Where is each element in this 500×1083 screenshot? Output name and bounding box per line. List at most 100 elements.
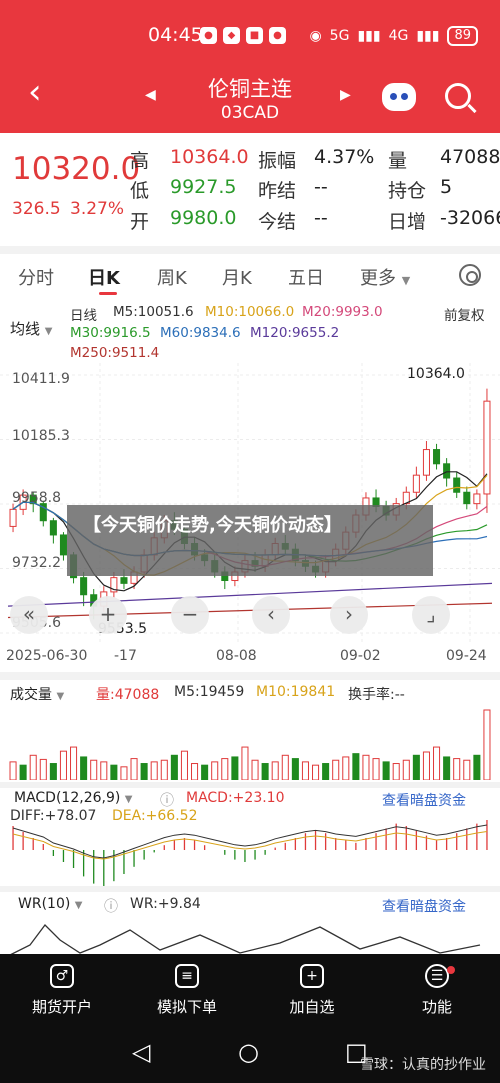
chevron-down-icon: ▼ xyxy=(56,691,65,702)
simulated-order-button[interactable]: ≡ 模拟下单 xyxy=(137,964,237,1017)
candle-body xyxy=(483,400,491,495)
volume-bar xyxy=(412,754,420,780)
search-icon[interactable] xyxy=(445,83,471,109)
ma-selector[interactable]: 均线 ▼ xyxy=(10,318,53,339)
back-triangle-icon[interactable]: ◁ xyxy=(132,1038,150,1066)
quote-field-label: 量 xyxy=(388,150,408,172)
dark-pool-link[interactable]: 查看暗盘资金 xyxy=(382,896,466,916)
candle-body xyxy=(443,463,451,479)
quote-field-value: 10364.0 xyxy=(170,146,249,168)
candle-body xyxy=(473,493,481,505)
turnover-rate: 换手率:-- xyxy=(348,687,405,703)
volume-bar xyxy=(9,761,17,780)
chart-settings-icon[interactable] xyxy=(459,264,481,286)
ma10-value: M10:10066.0 xyxy=(205,304,295,320)
volume-bar xyxy=(402,759,410,780)
x-tick-label: 08-08 xyxy=(216,648,257,664)
tab-daily-k[interactable]: 日K xyxy=(88,264,120,290)
quote-field-value: 9980.0 xyxy=(170,207,237,229)
candle-body xyxy=(49,520,57,536)
signal-icon: ▮▮▮ xyxy=(357,28,381,44)
price-change: 326.5 xyxy=(12,199,61,219)
tab-more[interactable]: 更多 ▼ xyxy=(360,264,410,290)
functions-button[interactable]: ☰ 功能 xyxy=(387,964,487,1017)
volume-bar xyxy=(39,758,47,780)
quote-field-value: -32066 xyxy=(440,207,500,229)
quote-field-label: 持仓 xyxy=(388,180,427,202)
wr-line xyxy=(9,924,481,955)
volume-selector[interactable]: 成交量 ▼ xyxy=(10,684,64,704)
candle-body xyxy=(59,534,67,556)
volume-bar xyxy=(372,758,380,780)
volume-bar xyxy=(261,763,269,780)
status-bar: 04:45 ● ◆ ■ ● ◉ 5G ▮▮▮ 4G ▮▮▮ 89 xyxy=(0,22,500,52)
tab-weekly-k[interactable]: 周K xyxy=(157,264,187,290)
quote-field-label: 低 xyxy=(130,180,150,202)
robot-assistant-icon[interactable] xyxy=(382,83,416,111)
volume-m5: M5:19459 xyxy=(174,684,245,700)
volume-bar xyxy=(271,761,279,780)
volume-bar xyxy=(241,746,249,780)
nav-bar: ‹ ◀ 伦铜主连 03CAD ▶ xyxy=(0,65,500,125)
info-icon[interactable]: ⓘ xyxy=(104,896,118,916)
volume-value: 量:47088 xyxy=(96,687,160,703)
volume-bar xyxy=(49,763,57,780)
ma30-value: M30:9916.5 xyxy=(70,325,151,341)
quote-field-value: 5 xyxy=(440,176,453,198)
gender-icon: ♂ xyxy=(50,964,74,988)
quote-field-label: 振幅 xyxy=(258,150,297,172)
volume-chart[interactable] xyxy=(0,705,500,780)
tab-five-day[interactable]: 五日 xyxy=(288,264,324,290)
open-account-label: 期货开户 xyxy=(31,998,92,1016)
section-divider xyxy=(0,246,500,254)
tab-intraday[interactable]: 分时 xyxy=(18,264,54,290)
volume-bar xyxy=(443,756,451,780)
candle-body xyxy=(120,577,128,584)
quote-field-label: 昨结 xyxy=(258,180,297,202)
period-tabs: 分时 日K 周K 月K 五日 更多 ▼ xyxy=(0,254,500,296)
ma120-value: M120:9655.2 xyxy=(250,325,340,341)
y-tick-label: 10185.3 xyxy=(12,428,70,444)
section-divider xyxy=(0,886,500,892)
volume-bar xyxy=(433,746,441,780)
volume-bar xyxy=(180,750,188,780)
section-divider xyxy=(0,782,500,788)
y-tick-label: 10411.9 xyxy=(12,371,70,387)
zoom-in-icon[interactable]: + xyxy=(89,596,127,634)
wr-chart[interactable] xyxy=(0,915,500,955)
chevron-down-icon: ▼ xyxy=(401,274,411,287)
wr-selector[interactable]: WR(10) ▼ xyxy=(18,896,82,912)
volume-bar xyxy=(19,764,27,780)
plus-icon: + xyxy=(300,964,324,988)
tab-monthly-k[interactable]: 月K xyxy=(222,264,252,290)
next-contract-icon[interactable]: ▶ xyxy=(340,87,351,103)
zoom-out-icon[interactable]: « xyxy=(10,596,48,634)
tab-more-label: 更多 xyxy=(360,268,396,289)
notification-dot xyxy=(447,966,455,974)
quote-field-label: 高 xyxy=(130,150,150,172)
functions-label: 功能 xyxy=(421,998,452,1016)
chevron-down-icon: ▼ xyxy=(44,326,53,337)
volume-bar xyxy=(150,761,158,780)
quote-field-value: 9927.5 xyxy=(170,176,237,198)
volume-bar xyxy=(382,761,390,780)
volume-bar xyxy=(473,754,481,780)
restore-mode[interactable]: 前复权 xyxy=(444,304,485,324)
volume-bar xyxy=(70,746,78,780)
volume-bar xyxy=(191,763,199,780)
fullscreen-icon[interactable]: ⌟ xyxy=(412,596,450,634)
contract-title: 伦铜主连 xyxy=(208,77,292,101)
signal-icon: ▮▮▮ xyxy=(416,28,440,44)
volume-bar xyxy=(201,764,209,780)
volume-bar xyxy=(231,756,239,780)
home-circle-icon[interactable]: ○ xyxy=(238,1038,259,1066)
notification-icon: ● xyxy=(200,27,217,44)
chevron-left-icon[interactable]: ‹ xyxy=(252,596,290,634)
chevron-right-icon[interactable]: › xyxy=(330,596,368,634)
macd-chart[interactable] xyxy=(0,804,500,886)
add-watchlist-button[interactable]: + 加自选 xyxy=(262,964,362,1017)
reduce-icon[interactable]: − xyxy=(171,596,209,634)
bottom-action-bar: ♂ 期货开户 ≡ 模拟下单 + 加自选 ☰ 功能 ◁ ○ □ 雪球：认真的抄作业 xyxy=(0,954,500,1083)
open-account-button[interactable]: ♂ 期货开户 xyxy=(12,964,112,1017)
volume-bar xyxy=(291,758,299,780)
